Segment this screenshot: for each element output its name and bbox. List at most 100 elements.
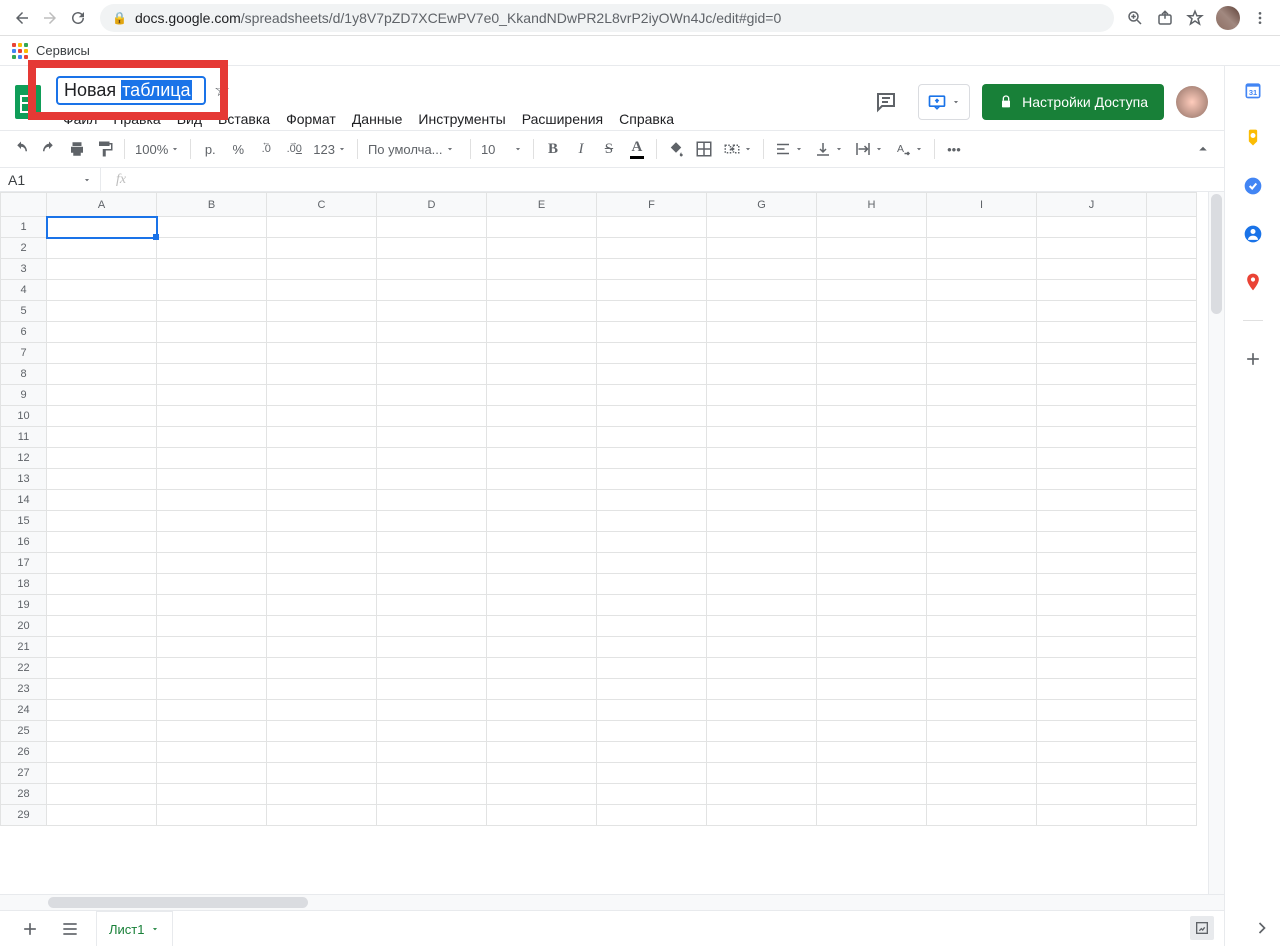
- column-header[interactable]: E: [487, 193, 597, 217]
- redo-button[interactable]: [36, 136, 62, 162]
- cell[interactable]: [817, 805, 927, 826]
- formula-input[interactable]: [141, 168, 1224, 191]
- reload-button[interactable]: [64, 4, 92, 32]
- cell[interactable]: [157, 343, 267, 364]
- cell[interactable]: [707, 553, 817, 574]
- cell[interactable]: [267, 574, 377, 595]
- horizontal-align-button[interactable]: [770, 136, 808, 162]
- row-header[interactable]: 23: [1, 679, 47, 700]
- cell[interactable]: [817, 301, 927, 322]
- row-header[interactable]: 6: [1, 322, 47, 343]
- cell[interactable]: [47, 469, 157, 490]
- cell[interactable]: [927, 595, 1037, 616]
- cell[interactable]: [47, 217, 157, 238]
- calendar-icon[interactable]: 31: [1243, 80, 1263, 100]
- cell[interactable]: [1037, 742, 1147, 763]
- row-header[interactable]: 13: [1, 469, 47, 490]
- cell[interactable]: [267, 511, 377, 532]
- cell[interactable]: [47, 532, 157, 553]
- cell[interactable]: [707, 490, 817, 511]
- cell[interactable]: [1037, 490, 1147, 511]
- cell[interactable]: [267, 238, 377, 259]
- cell[interactable]: [157, 763, 267, 784]
- cell[interactable]: [1037, 238, 1147, 259]
- address-bar[interactable]: 🔒 docs.google.com/spreadsheets/d/1y8V7pZ…: [100, 4, 1114, 32]
- cell[interactable]: [487, 364, 597, 385]
- cell[interactable]: [47, 301, 157, 322]
- cell[interactable]: [927, 427, 1037, 448]
- cell[interactable]: [817, 658, 927, 679]
- row-header[interactable]: 3: [1, 259, 47, 280]
- cell[interactable]: [927, 511, 1037, 532]
- cell[interactable]: [597, 259, 707, 280]
- cell[interactable]: [1037, 679, 1147, 700]
- menu-view[interactable]: Вид: [170, 109, 209, 129]
- cell[interactable]: [47, 343, 157, 364]
- cell[interactable]: [597, 721, 707, 742]
- account-avatar[interactable]: [1176, 86, 1208, 118]
- cell[interactable]: [377, 616, 487, 637]
- row-header[interactable]: 24: [1, 700, 47, 721]
- cell[interactable]: [377, 301, 487, 322]
- text-color-button[interactable]: A: [624, 136, 650, 162]
- cell[interactable]: [817, 763, 927, 784]
- cell[interactable]: [47, 595, 157, 616]
- cell[interactable]: [707, 322, 817, 343]
- cell[interactable]: [157, 301, 267, 322]
- cell[interactable]: [1037, 532, 1147, 553]
- cell[interactable]: [157, 406, 267, 427]
- row-header[interactable]: 19: [1, 595, 47, 616]
- cell[interactable]: [927, 637, 1037, 658]
- merge-cells-button[interactable]: [719, 136, 757, 162]
- cell[interactable]: [817, 553, 927, 574]
- cell[interactable]: [47, 658, 157, 679]
- cell[interactable]: [597, 427, 707, 448]
- cell[interactable]: [267, 553, 377, 574]
- cell[interactable]: [487, 280, 597, 301]
- cell[interactable]: [927, 490, 1037, 511]
- currency-button[interactable]: р.: [197, 136, 223, 162]
- cell[interactable]: [707, 238, 817, 259]
- cell[interactable]: [487, 343, 597, 364]
- cell[interactable]: [47, 616, 157, 637]
- cell[interactable]: [47, 553, 157, 574]
- text-wrap-button[interactable]: [850, 136, 888, 162]
- cell[interactable]: [267, 364, 377, 385]
- cell[interactable]: [597, 679, 707, 700]
- cell[interactable]: [597, 343, 707, 364]
- cell[interactable]: [817, 721, 927, 742]
- font-size-dropdown[interactable]: 10: [477, 136, 527, 162]
- cell[interactable]: [157, 490, 267, 511]
- cell[interactable]: [267, 784, 377, 805]
- cell[interactable]: [157, 700, 267, 721]
- cell[interactable]: [487, 595, 597, 616]
- cell[interactable]: [707, 658, 817, 679]
- cell[interactable]: [927, 385, 1037, 406]
- cell[interactable]: [47, 259, 157, 280]
- cell[interactable]: [47, 721, 157, 742]
- cell[interactable]: [1037, 700, 1147, 721]
- cell[interactable]: [47, 385, 157, 406]
- column-header[interactable]: G: [707, 193, 817, 217]
- cell[interactable]: [157, 553, 267, 574]
- cell[interactable]: [1037, 406, 1147, 427]
- cell[interactable]: [47, 700, 157, 721]
- back-button[interactable]: [8, 4, 36, 32]
- cell[interactable]: [927, 574, 1037, 595]
- chrome-menu-icon[interactable]: [1252, 10, 1268, 26]
- sheet-table[interactable]: ABCDEFGHIJ123456789101112131415161718192…: [0, 192, 1197, 826]
- row-header[interactable]: 1: [1, 217, 47, 238]
- row-header[interactable]: 8: [1, 364, 47, 385]
- cell[interactable]: [927, 448, 1037, 469]
- cell[interactable]: [817, 679, 927, 700]
- cell[interactable]: [377, 448, 487, 469]
- cell[interactable]: [487, 616, 597, 637]
- cell[interactable]: [927, 553, 1037, 574]
- row-header[interactable]: 12: [1, 448, 47, 469]
- cell[interactable]: [267, 385, 377, 406]
- cell[interactable]: [47, 364, 157, 385]
- cell[interactable]: [487, 637, 597, 658]
- cell[interactable]: [377, 343, 487, 364]
- cell[interactable]: [47, 280, 157, 301]
- cell[interactable]: [817, 280, 927, 301]
